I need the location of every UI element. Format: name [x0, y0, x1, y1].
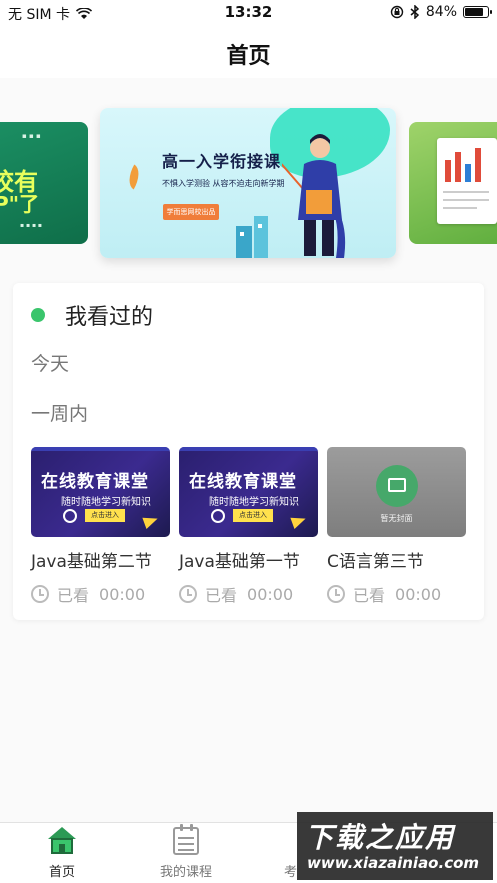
- teacher-illustration: [282, 134, 346, 258]
- line: [178, 837, 194, 839]
- history-card: 我看过的 今天 一周内 在线教育课堂 随时随地学习新知识 点击进入 Java基础…: [13, 283, 484, 620]
- tab-home-label: 首页: [48, 865, 75, 880]
- banner-right-paper: [437, 138, 497, 224]
- tab-my-courses[interactable]: 我的课程: [124, 824, 248, 880]
- course-meta: 已看 00:00: [327, 582, 466, 606]
- tab-home[interactable]: 首页: [0, 827, 124, 880]
- banner-left-footer: ▪ ▪ ▪ ▪: [20, 222, 42, 229]
- course-list-icon: [173, 824, 199, 855]
- magnifier-icon: [211, 509, 225, 523]
- course-item[interactable]: 在线教育课堂 随时随地学习新知识 点击进入 Java基础第一节 已看 00:00: [179, 447, 318, 606]
- bluetooth-icon: [410, 5, 419, 19]
- home-icon-door: [59, 844, 65, 854]
- nav-bar: 首页: [0, 26, 497, 78]
- banner-main-button: 学而思网校出品: [163, 204, 219, 220]
- banner-left-big-text-2: P"了: [0, 192, 40, 216]
- thumb-button: 点击进入: [233, 509, 273, 522]
- battery-icon: [463, 6, 492, 18]
- banner-main-subtitle: 不惧入学测验 从容不迫走向新学期: [162, 179, 285, 188]
- paper-plane-icon: [142, 512, 160, 530]
- bar-chart-illustration: [443, 148, 489, 209]
- banner-right[interactable]: [409, 122, 497, 244]
- clock-icon: [327, 585, 345, 603]
- course-list: 在线教育课堂 随时随地学习新知识 点击进入 Java基础第二节 已看 00:00…: [31, 447, 471, 607]
- thumb-headline: 在线教育课堂: [41, 472, 149, 492]
- status-bar: 无 SIM 卡 13:32 84%: [0, 0, 497, 26]
- banner-left-small-text: ▪ ▪ ▪: [22, 132, 41, 140]
- banner-main[interactable]: 高一入学衔接课 不惧入学测验 从容不迫走向新学期 学而思网校出品: [100, 108, 396, 258]
- paper-plane-icon: [290, 512, 308, 530]
- thumb-button: 点击进入: [85, 509, 125, 522]
- course-item[interactable]: 暂无封面 C语言第三节 已看 00:00: [327, 447, 466, 606]
- kite-icon: [123, 164, 145, 190]
- clock-icon: [179, 585, 197, 603]
- course-title[interactable]: Java基础第一节: [179, 547, 318, 572]
- status-right: 84%: [390, 4, 492, 20]
- watermark-logo: 下载之应用 www.xiazainiao.com: [297, 812, 493, 880]
- tab-my-courses-label: 我的课程: [159, 865, 212, 880]
- thumb-strip: [31, 447, 170, 451]
- history-title: 我看过的: [65, 305, 154, 330]
- banner-left[interactable]: ▪ ▪ ▪ 校有 P"了 ▪ ▪ ▪ ▪: [0, 122, 88, 244]
- course-title[interactable]: C语言第三节: [327, 547, 466, 572]
- watched-label: 已看: [57, 586, 90, 605]
- banner-main-title: 高一入学衔接课: [162, 152, 282, 171]
- magnifier-icon: [63, 509, 77, 523]
- watermark-cn: 下载之应用: [305, 821, 456, 854]
- image-placeholder-badge: [376, 465, 418, 507]
- watched-time: 00:00: [99, 584, 146, 604]
- course-thumbnail[interactable]: 暂无封面: [327, 447, 466, 537]
- line: [178, 843, 194, 845]
- watched-time: 00:00: [395, 584, 442, 604]
- thumb-strip: [179, 447, 318, 451]
- home-icon: [47, 827, 77, 855]
- course-meta: 已看 00:00: [31, 582, 170, 606]
- page-title: 首页: [226, 44, 271, 69]
- building-illustration: [236, 216, 268, 258]
- ring-left: [180, 824, 183, 831]
- watched-label: 已看: [205, 586, 238, 605]
- watched-label: 已看: [353, 586, 386, 605]
- ring-right: [190, 824, 193, 831]
- today-label: 今天: [31, 353, 70, 375]
- week-label: 一周内: [31, 403, 89, 425]
- battery-percent: 84%: [425, 4, 457, 20]
- image-icon: [388, 478, 406, 492]
- thumb-tagline: 随时随地学习新知识: [209, 497, 299, 508]
- course-item[interactable]: 在线教育课堂 随时随地学习新知识 点击进入 Java基础第二节 已看 00:00: [31, 447, 170, 606]
- course-thumbnail[interactable]: 在线教育课堂 随时随地学习新知识 点击进入: [31, 447, 170, 537]
- battery-fill: [465, 8, 483, 16]
- course-title[interactable]: Java基础第二节: [31, 547, 170, 572]
- no-cover-text: 暂无封面: [380, 514, 413, 523]
- watermark-en: www.xiazainiao.com: [307, 854, 480, 872]
- thumb-headline: 在线教育课堂: [189, 472, 297, 492]
- watched-time: 00:00: [247, 584, 294, 604]
- history-header: 我看过的: [31, 299, 153, 331]
- orientation-lock-icon: [390, 5, 404, 19]
- green-dot-icon: [31, 308, 45, 322]
- line: [178, 849, 194, 851]
- clock-icon: [31, 585, 49, 603]
- course-meta: 已看 00:00: [179, 582, 318, 606]
- thumb-tagline: 随时随地学习新知识: [61, 497, 151, 508]
- banner-carousel[interactable]: ▪ ▪ ▪ 校有 P"了 ▪ ▪ ▪ ▪ 高一入学衔接课 不惧入学测验 从容不迫…: [0, 100, 497, 270]
- course-thumbnail[interactable]: 在线教育课堂 随时随地学习新知识 点击进入: [179, 447, 318, 537]
